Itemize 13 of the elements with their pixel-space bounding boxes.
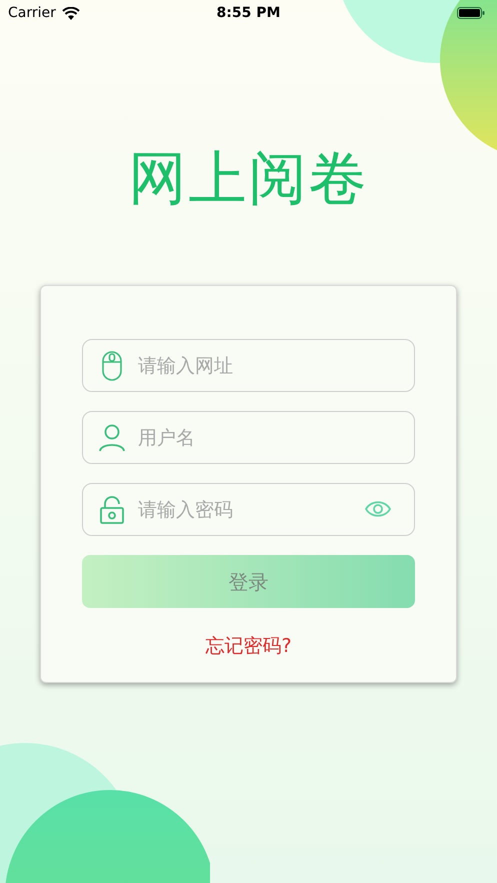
lock-icon	[100, 496, 124, 524]
input-field[interactable]: 请输入密码	[82, 483, 415, 536]
forgot-password-link[interactable]: 忘记密码?	[205, 632, 292, 660]
app-title: 网上阅卷	[128, 143, 368, 214]
input-field[interactable]: 用户名	[82, 411, 415, 464]
wifi-icon	[62, 6, 80, 20]
carrier-label: Carrier	[8, 4, 56, 22]
eye-icon[interactable]	[365, 500, 391, 518]
input-field[interactable]: 请输入网址	[82, 339, 415, 392]
battery-icon	[456, 7, 485, 19]
mouse-icon	[102, 350, 122, 380]
status-time: 8:55 PM	[216, 4, 280, 22]
user-icon	[99, 424, 125, 452]
